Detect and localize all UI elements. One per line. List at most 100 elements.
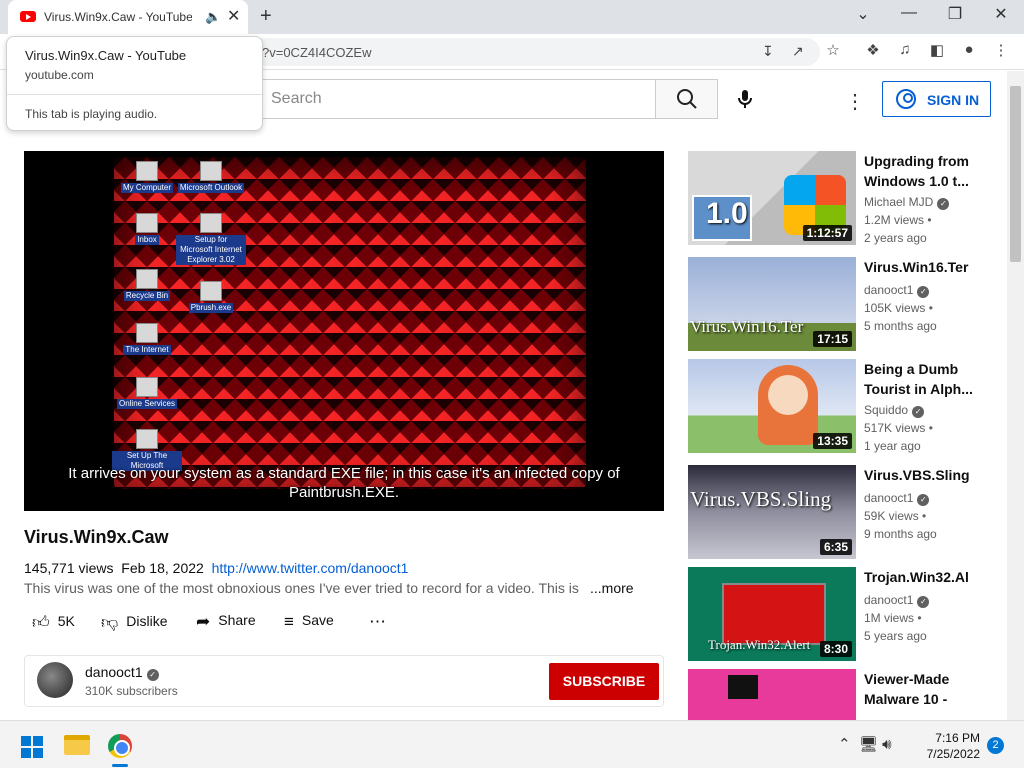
thumbnail-text: Trojan.Win32.Alert (708, 637, 811, 652)
video-frame: My Computer Microsoft Outlook Inbox Setu… (112, 157, 586, 489)
video-thumbnail[interactable]: Virus.VBS.Sling 6:35 (688, 465, 856, 559)
new-tab-button[interactable]: + (260, 5, 272, 28)
save-button[interactable]: ≡ Save (284, 612, 334, 632)
channel-avatar[interactable] (37, 662, 73, 698)
file-explorer-icon[interactable] (64, 735, 90, 755)
tab-close-icon[interactable]: ✕ (227, 6, 240, 26)
desktop-icon: Online Services (112, 377, 182, 409)
tab-title: Virus.Win9x.Caw - YouTube (44, 10, 192, 24)
search-placeholder: Search (271, 90, 322, 107)
like-button[interactable]: 👍︎ 5K (32, 612, 75, 633)
recommended-title[interactable]: Virus.VBS.Sling (864, 465, 984, 485)
window-close-icon[interactable]: ✕ (986, 4, 1016, 24)
address-bar[interactable]: ?v=0CZ4I4COZEw ↧ ↗ (240, 38, 820, 66)
desktop-icon: Recycle Bin (112, 269, 182, 301)
chevron-down-icon[interactable]: ⌄ (848, 4, 878, 24)
subscribe-button[interactable]: SUBSCRIBE (549, 663, 659, 700)
hover-card-status: This tab is playing audio. (25, 107, 158, 121)
search-button[interactable] (655, 79, 718, 119)
recommended-video[interactable]: 1.0 1:12:57 Upgrading from Windows 1.0 t… (688, 151, 988, 245)
recommended-video[interactable]: Viewer-Made Malware 10 - (688, 669, 988, 720)
recommended-age: 2 years ago (864, 231, 927, 245)
video-caption: It arrives on your system as a standard … (24, 464, 664, 502)
chrome-icon[interactable] (108, 734, 132, 758)
clock-date: 7/25/2022 (926, 747, 980, 761)
recommended-channel[interactable]: danooct1 ✓ (864, 593, 930, 608)
video-meta: 145,771 views Feb 18, 2022 http://www.tw… (24, 560, 408, 576)
share-button[interactable]: ➦ Share (196, 612, 256, 632)
dislike-button[interactable]: 👎︎ Dislike (101, 612, 168, 633)
system-tray[interactable]: ⌃ 🖥︎ 🔊︎ (838, 735, 892, 753)
video-description[interactable]: This virus was one of the most obnoxious… (24, 580, 664, 596)
video-duration: 8:30 (819, 641, 852, 657)
recommended-title[interactable]: Upgrading from Windows 1.0 t... (864, 151, 984, 191)
minimize-icon[interactable]: — (894, 4, 924, 22)
browser-menu-icon[interactable]: ⋮ (990, 41, 1012, 59)
bookmark-star-icon[interactable]: ☆ (822, 41, 844, 59)
thumbnail-text: 1.0 (706, 197, 748, 230)
profile-icon[interactable]: ● (958, 41, 980, 58)
recommended-video[interactable]: Virus.Win16.Ter 17:15 Virus.Win16.Ter da… (688, 257, 988, 351)
channel-name[interactable]: danooct1 ✓ (85, 664, 159, 681)
search-icon (677, 89, 697, 109)
video-title: Virus.Win9x.Caw (24, 527, 169, 547)
speaker-icon[interactable]: 🔈 (205, 9, 221, 25)
restore-icon[interactable]: ❐ (940, 4, 970, 24)
recommended-views: 105K views • (864, 301, 933, 315)
thumbs-down-icon: 👎︎ (101, 613, 119, 632)
video-thumbnail[interactable]: Virus.Win16.Ter 17:15 (688, 257, 856, 351)
hover-card-domain: youtube.com (25, 68, 94, 82)
side-panel-icon[interactable]: ◧ (926, 41, 948, 59)
recommended-title[interactable]: Trojan.Win32.Al (864, 567, 984, 587)
hover-card-title: Virus.Win9x.Caw - YouTube (25, 48, 187, 63)
video-thumbnail[interactable]: 13:35 (688, 359, 856, 453)
recommended-channel[interactable]: Michael MJD ✓ (864, 195, 950, 210)
desktop-icon: Pbrush.exe (176, 281, 246, 313)
user-icon (896, 89, 916, 109)
media-controls-icon[interactable]: ♫ (894, 41, 916, 58)
recommended-title[interactable]: Viewer-Made Malware 10 - (864, 669, 984, 709)
recommended-age: 1 year ago (864, 439, 921, 453)
extensions-icon[interactable]: ❖ (862, 41, 884, 59)
notification-badge[interactable]: 2 (987, 737, 1004, 754)
video-thumbnail[interactable]: Trojan.Win32.Alert 8:30 (688, 567, 856, 661)
desktop-icon: The Internet (112, 323, 182, 355)
scrollbar-thumb[interactable] (1010, 86, 1021, 262)
more-options-icon[interactable]: ⋮ (845, 89, 865, 114)
windows-start-icon[interactable] (21, 736, 44, 759)
install-icon[interactable]: ↧ (762, 43, 774, 60)
verified-icon: ✓ (146, 669, 159, 681)
recommended-title[interactable]: Being a Dumb Tourist in Alph... (864, 359, 984, 399)
twitter-link[interactable]: http://www.twitter.com/danooct1 (212, 560, 409, 576)
taskbar-clock[interactable]: 7:16 PM 7/25/2022 (910, 730, 980, 762)
video-duration: 13:35 (813, 433, 852, 449)
microphone-icon[interactable] (733, 87, 757, 111)
share-icon[interactable]: ↗ (792, 43, 804, 60)
video-duration: 17:15 (813, 331, 852, 347)
dislike-label: Dislike (126, 613, 168, 629)
youtube-favicon-icon (20, 11, 36, 22)
share-arrow-icon: ➦ (196, 612, 211, 631)
url-text: ?v=0CZ4I4COZEw (262, 45, 372, 60)
more-link[interactable]: ...more (584, 580, 634, 596)
recommended-views: 1.2M views • (864, 213, 932, 227)
recommended-video[interactable]: Trojan.Win32.Alert 8:30 Trojan.Win32.Al … (688, 567, 988, 661)
recommended-channel[interactable]: danooct1 ✓ (864, 491, 930, 506)
search-input[interactable]: Search (262, 79, 656, 119)
recommended-video[interactable]: 13:35 Being a Dumb Tourist in Alph... Sq… (688, 359, 988, 453)
recommended-title[interactable]: Virus.Win16.Ter (864, 257, 984, 277)
recommended-video[interactable]: Virus.VBS.Sling 6:35 Virus.VBS.Sling dan… (688, 465, 988, 559)
recommended-channel[interactable]: Squiddo ✓ (864, 403, 925, 418)
sign-in-button[interactable]: SIGN IN (882, 81, 991, 117)
video-thumbnail[interactable]: 1.0 1:12:57 (688, 151, 856, 245)
browser-tab[interactable]: Virus.Win9x.Caw - YouTube 🔈 ✕ (8, 0, 248, 34)
video-thumbnail[interactable] (688, 669, 856, 720)
desktop-icon: Inbox (112, 213, 182, 245)
more-actions-button[interactable]: ⋯ (369, 612, 394, 632)
recommended-channel[interactable]: danooct1 ✓ (864, 283, 930, 298)
tab-hover-card: Virus.Win9x.Caw - YouTube youtube.com Th… (6, 36, 263, 131)
recommended-age: 9 months ago (864, 527, 937, 541)
video-duration: 6:35 (819, 539, 852, 555)
video-player[interactable]: My Computer Microsoft Outlook Inbox Setu… (24, 151, 664, 511)
thumbnail-text: Virus.VBS.Sling (690, 487, 832, 511)
